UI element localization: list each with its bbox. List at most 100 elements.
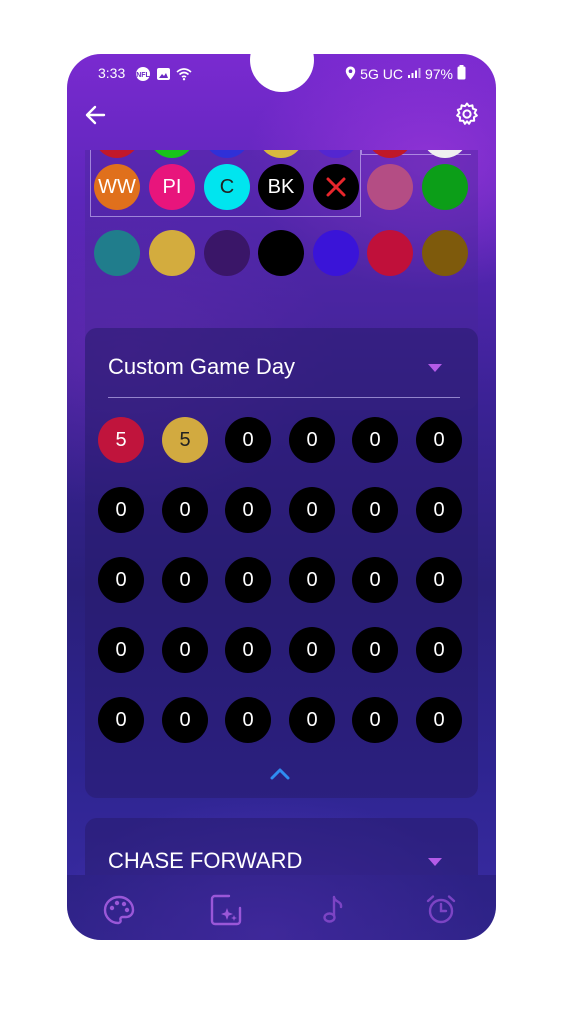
grid-cell[interactable]: 0: [416, 487, 462, 533]
wifi-icon: [176, 67, 192, 84]
palette-icon: [103, 895, 135, 925]
chase-forward-card: CHASE FORWARD: [85, 818, 478, 875]
grid-cell[interactable]: 0: [416, 557, 462, 603]
grid-cell[interactable]: 0: [225, 557, 271, 603]
grid-cell[interactable]: 0: [289, 627, 335, 673]
nav-alarm[interactable]: [424, 893, 458, 927]
grid-cell[interactable]: 0: [416, 697, 462, 743]
color-swatch-teal[interactable]: [94, 230, 140, 276]
grid-cell-value: 0: [369, 498, 381, 521]
dropdown-arrow-icon[interactable]: [428, 858, 442, 866]
status-icons-right: 5G UC 97%: [345, 65, 466, 83]
grid-cell[interactable]: 0: [98, 487, 144, 533]
grid-cell-value: 0: [242, 498, 254, 521]
grid-cell[interactable]: 0: [162, 557, 208, 603]
alarm-clock-icon: [426, 895, 456, 924]
grid-cell[interactable]: 0: [352, 417, 398, 463]
phone-screen: 3:33 NFL 5G UC 97% WW PI C BK Custom Gam…: [67, 54, 496, 940]
grid-cell-value: 0: [115, 498, 127, 521]
grid-cell[interactable]: 0: [352, 487, 398, 533]
grid-cell-value: 5: [179, 428, 191, 451]
grid-cell-value: 0: [306, 428, 318, 451]
color-swatch-pi[interactable]: PI: [149, 164, 195, 210]
grid-cell-value: 5: [115, 428, 127, 451]
status-time: 3:33: [98, 65, 126, 81]
gear-icon: [456, 102, 478, 125]
color-swatch-black[interactable]: [258, 230, 304, 276]
grid-cell-value: 0: [179, 638, 191, 661]
color-swatch-bk[interactable]: BK: [258, 164, 304, 210]
bottom-navigation: [67, 875, 496, 940]
color-swatch-gold[interactable]: [149, 230, 195, 276]
grid-cell[interactable]: 0: [352, 697, 398, 743]
sports-app-icon: NFL: [135, 66, 151, 85]
dropdown-divider: [108, 397, 460, 398]
grid-cell[interactable]: 0: [162, 697, 208, 743]
color-swatch-crimson[interactable]: [367, 230, 413, 276]
grid-cell[interactable]: 0: [225, 417, 271, 463]
nav-music[interactable]: [317, 893, 351, 927]
swatch-label: WW: [98, 175, 136, 198]
grid-cell[interactable]: 0: [98, 697, 144, 743]
chevron-up-icon: [270, 768, 290, 780]
grid-cell[interactable]: 0: [98, 557, 144, 603]
grid-cell-value: 0: [115, 568, 127, 591]
grid-cell[interactable]: 0: [289, 697, 335, 743]
grid-cell[interactable]: 5: [98, 417, 144, 463]
image-sparkle-icon: [210, 894, 242, 926]
color-swatch-olive[interactable]: [422, 230, 468, 276]
grid-cell-value: 0: [242, 708, 254, 731]
svg-text:NFL: NFL: [136, 72, 150, 79]
grid-cell-value: 0: [242, 428, 254, 451]
battery-icon: [457, 65, 466, 83]
grid-cell[interactable]: 0: [98, 627, 144, 673]
grid-cell-value: 0: [115, 708, 127, 731]
remove-color-button[interactable]: [313, 164, 359, 210]
swatch-label: BK: [267, 175, 295, 198]
grid-cell-value: 0: [179, 498, 191, 521]
color-swatch-ww[interactable]: WW: [94, 164, 140, 210]
grid-cell[interactable]: 0: [352, 557, 398, 603]
grid-cell-value: 0: [369, 428, 381, 451]
grid-cell[interactable]: 0: [416, 627, 462, 673]
settings-button[interactable]: [454, 101, 480, 127]
color-swatch-blue[interactable]: [313, 230, 359, 276]
grid-cell-value: 0: [306, 498, 318, 521]
grid-cell-value: 0: [306, 708, 318, 731]
grid-cell[interactable]: 0: [225, 487, 271, 533]
grid-cell[interactable]: 0: [225, 697, 271, 743]
dropdown-arrow-icon[interactable]: [428, 364, 442, 372]
grid-cell[interactable]: 5: [162, 417, 208, 463]
grid-cell[interactable]: 0: [225, 627, 271, 673]
signal-icon: [407, 66, 421, 82]
grid-cell[interactable]: 0: [162, 487, 208, 533]
grid-cell[interactable]: 0: [162, 627, 208, 673]
nav-palette[interactable]: [102, 893, 136, 927]
grid-cell-value: 0: [369, 708, 381, 731]
grid-cell-value: 0: [433, 498, 445, 521]
grid-cell[interactable]: 0: [289, 417, 335, 463]
grid-cell[interactable]: 0: [416, 417, 462, 463]
back-button[interactable]: [83, 102, 109, 128]
scroll-content[interactable]: WW PI C BK Custom Game Day 5 5 0 0 0 0 0…: [67, 150, 496, 875]
grid-cell-value: 0: [433, 708, 445, 731]
grid-cell[interactable]: 0: [352, 627, 398, 673]
chase-forward-dropdown-label[interactable]: CHASE FORWARD: [108, 848, 302, 874]
swatch-label: C: [219, 175, 235, 198]
nav-effects[interactable]: [209, 893, 243, 927]
close-x-icon: [326, 177, 346, 197]
grid-cell[interactable]: 0: [289, 487, 335, 533]
color-swatch-green[interactable]: [422, 164, 468, 210]
grid-cell-value: 0: [369, 638, 381, 661]
game-day-dropdown-label[interactable]: Custom Game Day: [108, 354, 295, 380]
status-icons-left: NFL: [135, 66, 192, 85]
grid-cell-value: 0: [369, 568, 381, 591]
collapse-button[interactable]: [269, 767, 291, 781]
status-bar: 3:33 NFL 5G UC 97%: [67, 54, 496, 90]
grid-cell[interactable]: 0: [289, 557, 335, 603]
color-swatch-dark-purple[interactable]: [204, 230, 250, 276]
grid-cell-value: 0: [242, 568, 254, 591]
color-swatch-c[interactable]: C: [204, 164, 250, 210]
color-swatch-mauve[interactable]: [367, 164, 413, 210]
swatch-label: PI: [162, 175, 182, 198]
